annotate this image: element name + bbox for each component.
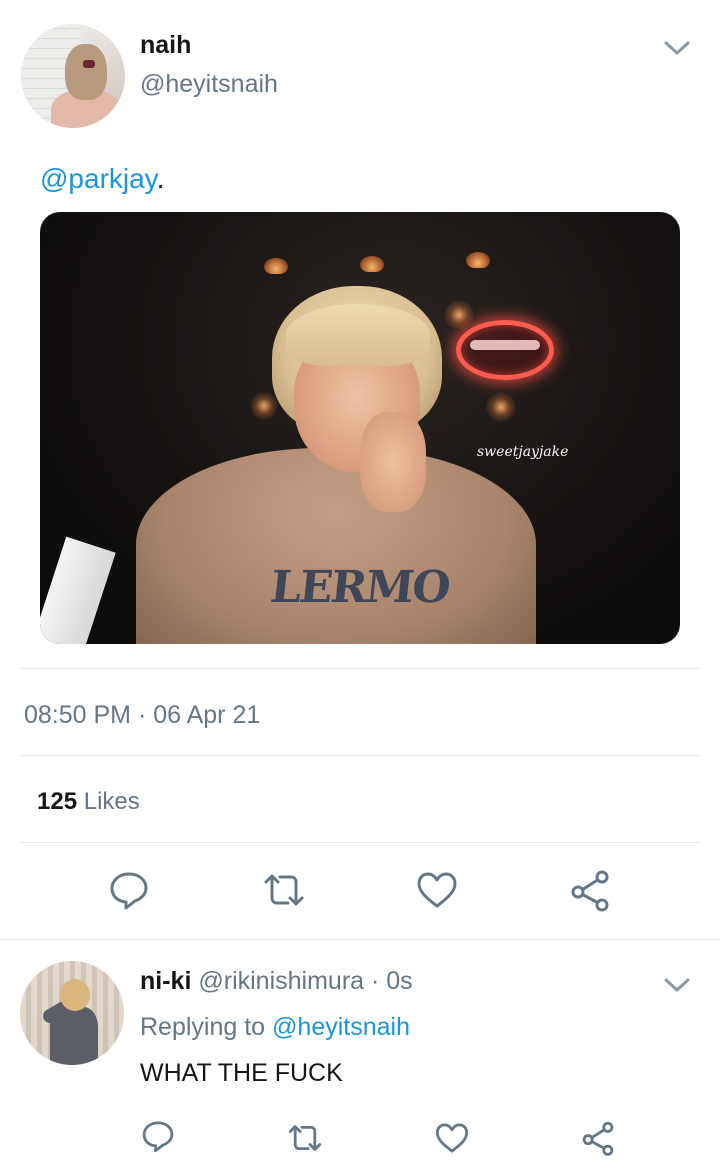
ceiling-lamp (466, 252, 490, 268)
reply-icon[interactable] (140, 1118, 176, 1154)
tweet-mention-link[interactable]: @parkjay (40, 163, 157, 194)
like-icon[interactable] (434, 1120, 470, 1156)
section-divider (0, 939, 720, 940)
divider (20, 842, 700, 843)
ceiling-lamp (264, 258, 288, 274)
tweet-timestamp[interactable]: 08:50 PM · 06 Apr 21 (24, 701, 260, 730)
light-glow (250, 392, 278, 420)
author-avatar[interactable] (21, 24, 125, 128)
replying-to-line: Replying to @heyitsnaih (140, 1013, 410, 1042)
replying-to-handle-link[interactable]: @heyitsnaih (272, 1013, 410, 1041)
tweet-text: @parkjay. (40, 163, 164, 195)
light-glow (486, 392, 516, 422)
reply-author-avatar[interactable] (20, 961, 124, 1065)
reply-header: ni-ki @rikinishimura · 0s (140, 967, 413, 996)
divider (20, 755, 700, 756)
ceiling-lamp (360, 256, 384, 272)
reply-menu-chevron-down-icon[interactable] (664, 977, 690, 993)
likes-stat[interactable]: 125 Likes (37, 788, 140, 816)
share-icon[interactable] (568, 868, 612, 912)
photo-watermark: sweetjayjake (477, 444, 569, 460)
avatar-hair-bow (83, 60, 95, 68)
avatar-figure-head (60, 979, 90, 1011)
author-handle[interactable]: @heyitsnaih (140, 70, 278, 99)
replying-to-prefix: Replying to (140, 1013, 266, 1041)
avatar-figure-hair (65, 44, 107, 100)
divider (20, 668, 700, 669)
reply-text: WHAT THE FUCK (140, 1059, 343, 1087)
reply-author-handle-time[interactable]: @rikinishimura · 0s (198, 967, 412, 995)
reply-icon[interactable] (107, 868, 151, 912)
sweater-print-text: LERMO (267, 562, 452, 613)
tweet-photo[interactable]: LERMO sweetjayjake (40, 212, 680, 644)
person-hand (360, 412, 426, 512)
retweet-icon[interactable] (262, 868, 306, 912)
share-icon[interactable] (580, 1120, 616, 1156)
neon-sign (456, 320, 554, 380)
author-display-name[interactable]: naih (140, 31, 191, 60)
person-fringe (286, 304, 430, 366)
like-icon[interactable] (415, 868, 459, 912)
paper-menu (40, 536, 116, 644)
retweet-icon[interactable] (287, 1120, 323, 1156)
neon-sign-script (470, 340, 540, 350)
tweet-text-suffix: . (156, 163, 165, 194)
tweet-menu-chevron-down-icon[interactable] (664, 40, 690, 56)
likes-label: Likes (83, 788, 140, 815)
reply-author-display-name[interactable]: ni-ki (140, 967, 191, 995)
likes-count: 125 (37, 788, 78, 815)
light-glow (444, 300, 474, 330)
tweet-detail-screen: naih @heyitsnaih @parkjay. LERMO sweetja… (0, 0, 720, 1167)
